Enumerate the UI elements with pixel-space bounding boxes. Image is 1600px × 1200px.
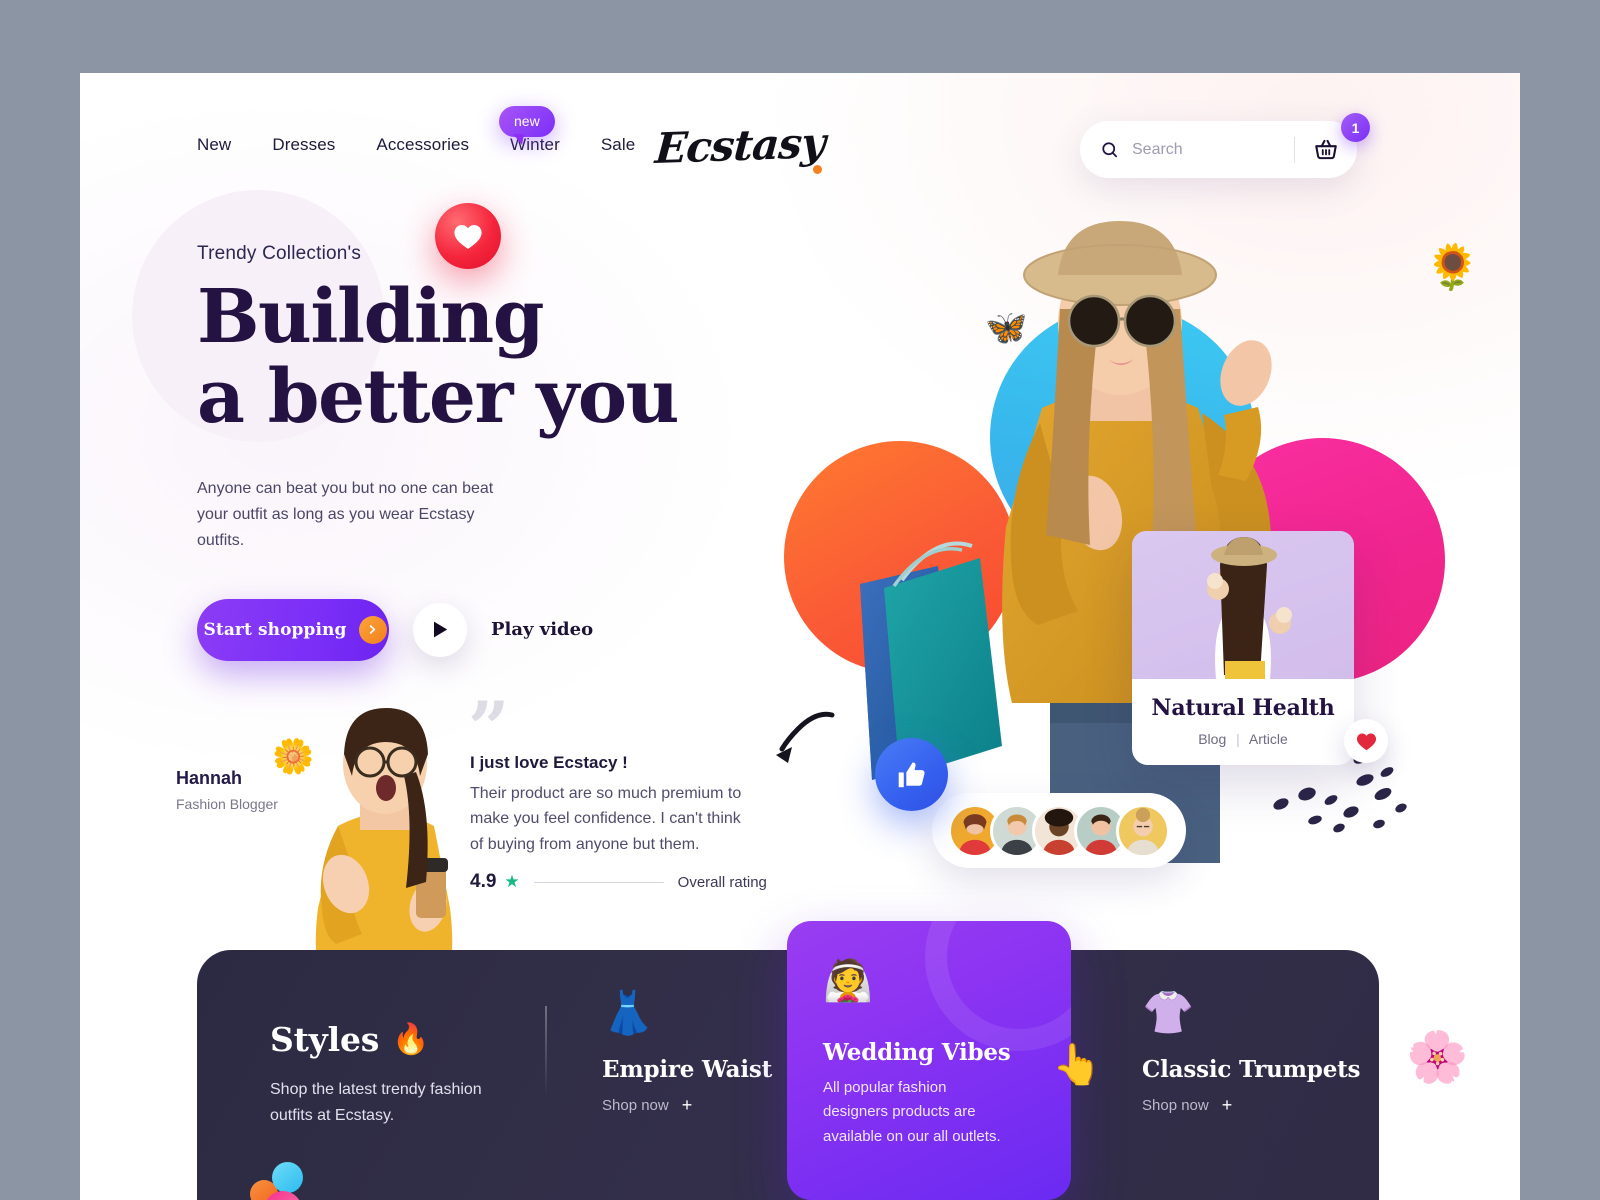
natural-health-blog-link[interactable]: Blog [1198,731,1226,747]
testimonial-body: Their product are so much premium to mak… [470,785,742,853]
pointing-hand-icon: 👆 [1052,1043,1102,1087]
play-video-label: Play video [491,619,594,641]
site-header: New Dresses Accessories Winter Sale new … [80,73,1520,193]
chevron-right-icon [358,615,387,644]
wedding-vibes-title: Wedding Vibes [823,1039,1011,1066]
search-bar[interactable] [1080,121,1357,178]
headline-line-1: Building [197,274,544,360]
main-navigation: New Dresses Accessories Winter Sale [197,135,635,155]
play-video-button[interactable] [413,602,467,657]
brand-logo-text: Ecstasy [653,118,827,173]
natural-health-article-link[interactable]: Article [1249,731,1288,747]
new-badge: new [499,106,555,145]
nav-item-dresses[interactable]: Dresses [272,135,335,155]
landing-page: New Dresses Accessories Winter Sale new … [80,73,1520,1200]
customer-avatars [932,793,1186,868]
fire-icon: 🔥 [392,1022,430,1057]
testimonial-headline: I just love Ecstacy ! [470,753,628,772]
screenshot-canvas: New Dresses Accessories Winter Sale new … [0,0,1600,1200]
nav-item-accessories[interactable]: Accessories [376,135,469,155]
blue-dot [272,1162,303,1193]
natural-health-body: Natural Health Blog | Article [1132,679,1354,765]
styles-title-text: Styles [270,1020,380,1059]
shopping-bags-graphic [860,541,1002,780]
styles-title: Styles 🔥 [270,1020,430,1059]
testimonial-role: Fashion Blogger [176,796,278,812]
curved-arrow-icon [776,711,835,763]
nav-item-new[interactable]: New [197,135,231,155]
search-icon [1102,141,1118,157]
section-divider [545,1006,547,1096]
plus-icon: + [681,1095,693,1115]
natural-health-card[interactable]: Natural Health Blog | Article [1132,531,1388,765]
natural-health-photo [1132,531,1354,679]
brand-logo[interactable]: Ecstasy [640,118,840,174]
hero-subtitle: Anyone can beat you but no one can beat … [197,479,494,550]
heart-badge [435,203,501,269]
page-title: Building a better you [197,280,757,440]
nav-item-sale[interactable]: Sale [601,135,635,155]
cart-count-badge: 1 [1341,113,1370,142]
butterfly-icon: 🦋 [985,309,1028,347]
shop-now-link[interactable]: Shop now + [1142,1095,1362,1116]
hero-content: Trendy Collection's Building a better yo… [197,243,757,661]
testimonial-section: Hannah Fashion Blogger 🌼 ” I just love E… [80,685,800,998]
testimonial-author: Hannah [176,768,243,788]
ring-decoration [925,921,1071,1051]
rating-value: 4.9 [470,871,497,892]
styles-subtitle: Shop the latest trendy fashion outfits a… [270,1081,482,1124]
shop-now-label: Shop now [1142,1097,1209,1114]
brand-logo-dot [813,165,822,174]
wedding-vibes-card[interactable]: 👰 Wedding Vibes All popular fashion desi… [787,921,1071,1200]
search-input[interactable] [1132,140,1282,159]
plus-icon: + [1221,1095,1233,1115]
natural-health-like-button[interactable] [1344,719,1388,763]
start-shopping-label: Start shopping [203,619,347,640]
hero-cta-row: Start shopping Play video [197,598,757,661]
flower-icon: 🌼 [272,738,315,776]
purple-dress-icon: 👚 [1142,989,1195,1036]
shop-now-label: Shop now [602,1097,669,1114]
rating-divider [533,881,664,883]
bride-dress-icon: 👰 [823,959,873,1003]
headline-line-2: a better you [197,353,679,440]
sunflower-icon: 🌻 [1425,243,1480,292]
heart-icon [454,224,482,249]
rating-row: 4.9 ★ Overall rating [470,871,767,893]
avatar[interactable] [1116,803,1170,858]
shopping-basket-icon [1315,139,1337,159]
quote-mark-icon: ” [468,685,510,770]
wedding-vibes-body: All popular fashion designers products a… [823,1079,1001,1145]
start-shopping-button[interactable]: Start shopping [197,598,389,661]
like-bubble[interactable] [875,738,948,811]
natural-health-meta: Blog | Article [1132,731,1354,747]
rating-label: Overall rating [677,873,767,891]
natural-health-title: Natural Health [1151,695,1335,721]
thumbs-up-icon [898,761,925,787]
heart-filled-icon [1356,732,1376,750]
star-icon: ★ [504,872,520,891]
meta-separator: | [1236,731,1240,747]
play-icon [433,621,447,638]
